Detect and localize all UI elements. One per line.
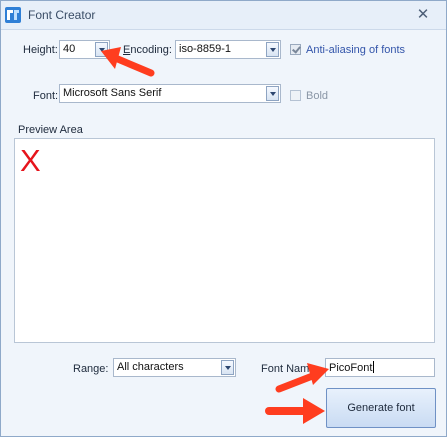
encoding-dropdown[interactable]: iso-8859-1	[175, 40, 281, 59]
text-caret	[373, 361, 375, 373]
font-name-input[interactable]: PicoFont	[325, 358, 435, 377]
generate-font-button[interactable]: Generate font	[326, 388, 436, 428]
height-dropdown[interactable]: 40	[59, 40, 110, 59]
font-name-value: PicoFont	[329, 362, 373, 374]
height-dropdown-arrow-icon[interactable]	[95, 42, 108, 57]
window-title: Font Creator	[28, 8, 96, 22]
title-bar: Font Creator ✕	[1, 1, 446, 30]
range-value: All characters	[117, 361, 184, 373]
bold-label: Bold	[306, 90, 329, 102]
encoding-label-rest: ncoding:	[130, 44, 172, 56]
bold-checkbox[interactable]	[290, 90, 301, 101]
preview-area-label: Preview Area	[18, 124, 83, 136]
height-value: 40	[63, 43, 76, 55]
range-label: Range:	[73, 363, 109, 375]
font-creator-window: Font Creator ✕ Height: 40 Encoding: iso-…	[0, 0, 447, 437]
red-pointer-arrow-icon	[265, 398, 325, 424]
close-button[interactable]: ✕	[414, 7, 432, 23]
encoding-label: Encoding:	[123, 44, 172, 56]
encoding-dropdown-arrow-icon[interactable]	[266, 42, 279, 57]
font-creator-app-icon	[5, 7, 21, 23]
encoding-value: iso-8859-1	[179, 43, 231, 55]
range-dropdown-arrow-icon[interactable]	[221, 360, 234, 375]
preview-area: X	[14, 138, 435, 343]
font-value: Microsoft Sans Serif	[63, 87, 162, 99]
font-label: Font:	[33, 90, 59, 102]
antialias-label: Anti-aliasing of fonts	[306, 44, 406, 56]
height-label: Height:	[23, 44, 58, 56]
font-name-label: Font Name:	[261, 363, 319, 375]
range-dropdown[interactable]: All characters	[113, 358, 236, 377]
font-dropdown-arrow-icon[interactable]	[266, 86, 279, 101]
font-dropdown[interactable]: Microsoft Sans Serif	[59, 84, 281, 103]
preview-glyph: X	[20, 143, 41, 178]
antialias-checkbox[interactable]	[290, 44, 301, 55]
